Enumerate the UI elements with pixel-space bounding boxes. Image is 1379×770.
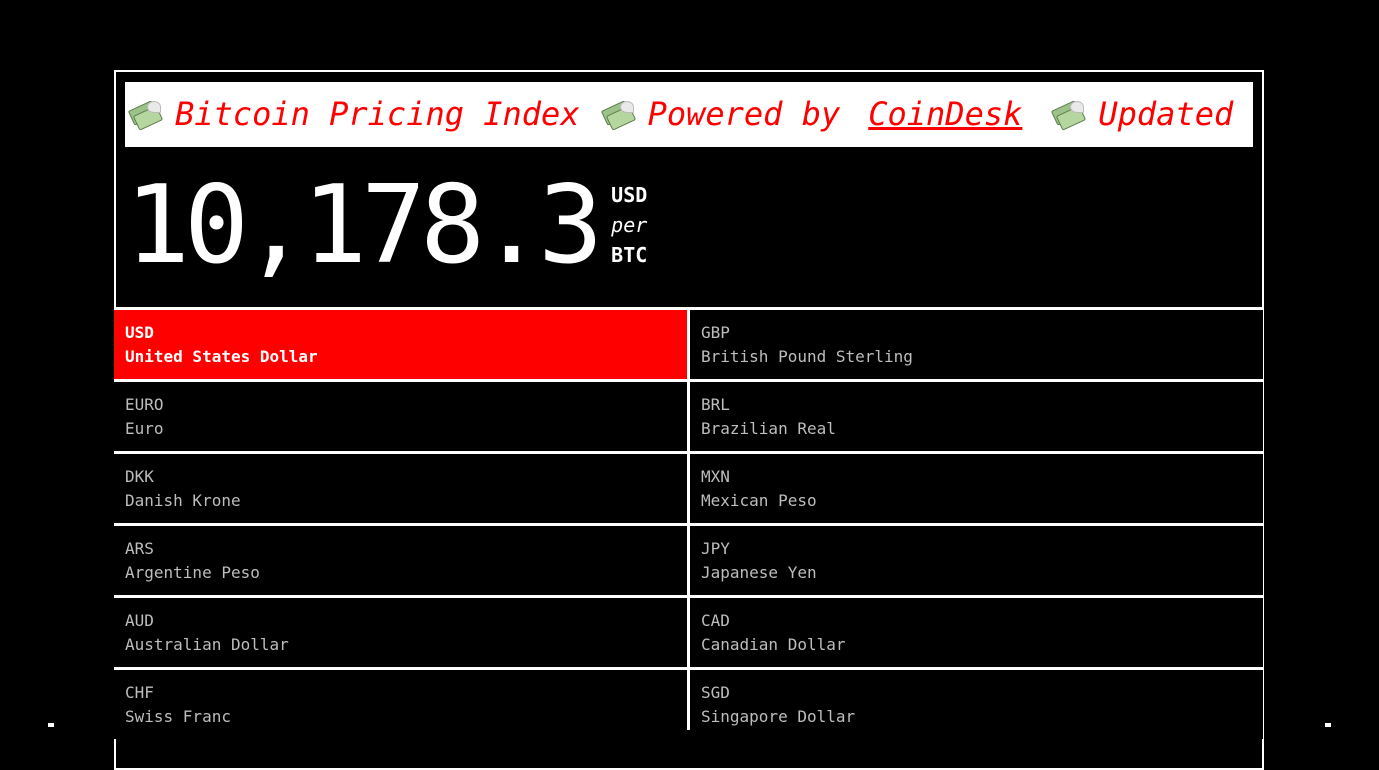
row-separator	[114, 523, 1264, 526]
row-separator	[114, 667, 1264, 670]
currency-option-euro[interactable]: EURO Euro	[114, 382, 687, 451]
currency-name: British Pound Sterling	[701, 347, 913, 366]
currency-code: AUD	[125, 611, 154, 630]
unit-asset: BTC	[611, 243, 648, 267]
currency-option-cad[interactable]: CAD Canadian Dollar	[690, 598, 1263, 667]
currency-code: BRL	[701, 395, 730, 414]
row-separator	[114, 595, 1264, 598]
price-unit: USD per BTC	[611, 180, 647, 270]
ticker-banner: Bitcoin Pricing Index Powered by CoinDes…	[125, 82, 1253, 147]
ticker-track: Bitcoin Pricing Index Powered by CoinDes…	[127, 95, 1253, 133]
currency-option-gbp[interactable]: GBP British Pound Sterling	[690, 310, 1263, 379]
currency-name: Swiss Franc	[125, 707, 231, 726]
currency-code: SGD	[701, 683, 730, 702]
row-separator	[114, 379, 1264, 382]
currency-name: Japanese Yen	[701, 563, 817, 582]
currency-name: Argentine Peso	[125, 563, 260, 582]
currency-code: DKK	[125, 467, 154, 486]
ticker-updated: Updated eve	[1098, 95, 1253, 133]
currency-name: Brazilian Real	[701, 419, 836, 438]
price-display: 10,178.3 USD per BTC	[125, 163, 647, 288]
currency-option-sgd[interactable]: SGD Singapore Dollar	[690, 670, 1263, 739]
coindesk-link[interactable]: CoinDesk	[868, 95, 1022, 133]
money-with-wings-icon	[600, 100, 636, 131]
currency-code: CAD	[701, 611, 730, 630]
currency-code: ARS	[125, 539, 154, 558]
btc-price-value: 10,178.3	[125, 163, 603, 288]
currency-code: EURO	[125, 395, 164, 414]
money-with-wings-icon	[127, 100, 164, 131]
currency-code: CHF	[125, 683, 154, 702]
currency-name: Australian Dollar	[125, 635, 289, 654]
currency-name: Singapore Dollar	[701, 707, 856, 726]
currency-name: Canadian Dollar	[701, 635, 846, 654]
currency-name: Euro	[125, 419, 164, 438]
currency-option-jpy[interactable]: JPY Japanese Yen	[690, 526, 1263, 595]
currency-option-dkk[interactable]: DKK Danish Krone	[114, 454, 687, 523]
currency-name: Mexican Peso	[701, 491, 817, 510]
currency-option-brl[interactable]: BRL Brazilian Real	[690, 382, 1263, 451]
currency-code: GBP	[701, 323, 730, 342]
currency-option-usd[interactable]: USD United States Dollar	[114, 310, 687, 379]
money-with-wings-icon	[1051, 100, 1087, 131]
currency-code: MXN	[701, 467, 730, 486]
currency-name: United States Dollar	[125, 347, 318, 366]
ticker-powered-by: Powered by	[647, 95, 841, 133]
unit-per: per	[611, 213, 648, 237]
corner-mark	[1325, 723, 1331, 727]
currency-option-chf[interactable]: CHF Swiss Franc	[114, 670, 687, 739]
corner-mark	[48, 723, 54, 727]
ticker-title: Bitcoin Pricing Index	[175, 95, 580, 133]
currency-option-ars[interactable]: ARS Argentine Peso	[114, 526, 687, 595]
currency-code: JPY	[701, 539, 730, 558]
currency-code: USD	[125, 323, 154, 342]
unit-currency: USD	[611, 183, 648, 207]
row-separator	[114, 451, 1264, 454]
currency-name: Danish Krone	[125, 491, 241, 510]
currency-option-aud[interactable]: AUD Australian Dollar	[114, 598, 687, 667]
currency-option-mxn[interactable]: MXN Mexican Peso	[690, 454, 1263, 523]
